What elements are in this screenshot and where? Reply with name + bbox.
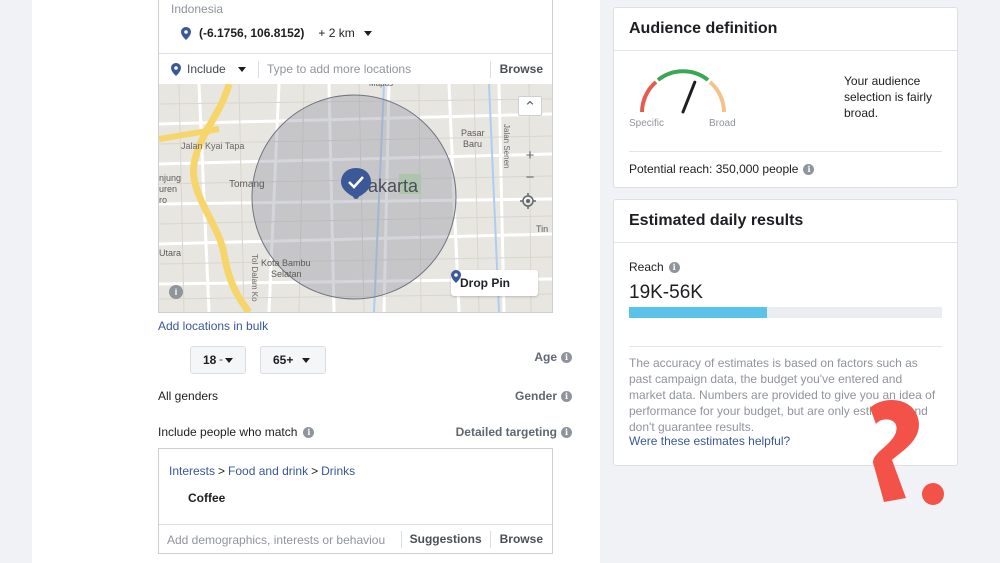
detailed-targeting-label: Detailed targeting i <box>456 425 572 439</box>
estimates-card-title: Estimated daily results <box>614 200 957 243</box>
reach-bar-fill <box>629 307 767 318</box>
crumb-separator: > <box>218 464 226 478</box>
browse-locations-button[interactable]: Browse <box>491 62 552 76</box>
map-label-tol: Tol Dalam Ko <box>250 254 259 302</box>
map-label-baru: Baru <box>463 139 482 149</box>
location-country: Indonesia <box>171 2 224 16</box>
map-scroll-up-button[interactable]: ⌃ <box>518 96 542 116</box>
add-locations-bulk-link[interactable]: Add locations in bulk <box>158 319 268 333</box>
zoom-in-button[interactable]: + <box>520 146 540 166</box>
map-info-icon[interactable]: i <box>169 285 183 299</box>
reach-label-text: Reach <box>629 260 664 274</box>
location-box: Indonesia (-6.1756, 106.8152) + 2 km Inc… <box>158 0 553 313</box>
location-input-row: Include Type to add more locations Brows… <box>159 53 552 84</box>
age-min-select[interactable]: 18 <box>190 346 246 374</box>
potential-reach: Potential reach: 350,000 people i <box>629 151 942 176</box>
targeting-search-input[interactable]: Add demographics, interests or behaviou <box>159 533 401 547</box>
pin-icon <box>181 26 191 40</box>
locate-icon[interactable] <box>520 191 540 211</box>
map-label-selatan: Selatan <box>271 269 302 279</box>
detailed-targeting-box: Interests > Food and drink > Drinks Coffee A… <box>158 448 553 554</box>
chevron-down-icon[interactable] <box>363 30 372 36</box>
age-separator: - <box>219 352 223 366</box>
info-icon[interactable]: i <box>561 390 572 402</box>
gauge-specific-label: Specific <box>629 118 665 129</box>
potential-reach-text: Potential reach: 350,000 people <box>629 162 799 176</box>
reach-label: Reach i <box>629 260 680 274</box>
crumb-food-drink[interactable]: Food and drink <box>228 464 308 478</box>
gauge-broad-label: Broad <box>709 118 736 129</box>
age-label-text: Age <box>534 350 557 364</box>
crumb-drinks[interactable]: Drinks <box>321 464 355 478</box>
location-entry[interactable]: (-6.1756, 106.8152) + 2 km <box>181 26 372 40</box>
brand-logo-icon <box>870 399 944 505</box>
detailed-targeting-label-text: Detailed targeting <box>455 425 557 439</box>
drop-pin-label: Drop Pin <box>460 276 510 290</box>
map-label-mapus: Mapus <box>369 84 393 88</box>
crumb-separator: > <box>311 464 319 478</box>
age-max-select[interactable]: 65+ <box>260 346 326 374</box>
reach-bar <box>629 307 942 318</box>
radius-dropdown[interactable]: + 2 km <box>318 26 354 40</box>
zoom-out-button[interactable]: − <box>520 168 540 188</box>
location-map[interactable]: Jalan Kyai Tapa Tomang Kota Bambu Selata… <box>159 84 552 312</box>
map-label-uren: uren <box>159 184 177 194</box>
info-icon[interactable]: i <box>803 163 815 175</box>
pin-icon <box>171 62 181 76</box>
age-label: Age i <box>534 350 572 364</box>
pin-icon <box>451 270 461 283</box>
location-coordinates: (-6.1756, 106.8152) <box>199 26 305 40</box>
chevron-down-icon <box>302 357 311 363</box>
chevron-down-icon <box>225 357 234 363</box>
crumb-interests[interactable]: Interests <box>169 464 215 478</box>
map-label-utara: Utara <box>159 248 181 258</box>
chevron-down-icon <box>237 66 246 72</box>
info-icon[interactable]: i <box>561 351 572 363</box>
map-label-senen: Jalan Senen <box>502 124 511 168</box>
map-label-tin: Tin <box>536 224 548 234</box>
interest-item[interactable]: Coffee <box>188 491 225 505</box>
info-icon[interactable]: i <box>303 426 315 438</box>
estimates-helpful-link[interactable]: Were these estimates helpful? <box>629 434 790 448</box>
browse-targeting-button[interactable]: Browse <box>489 531 552 548</box>
map-label-ro: ro <box>159 195 167 205</box>
gender-value[interactable]: All genders <box>158 389 218 403</box>
include-label: Include <box>187 62 226 76</box>
map-label-pasar: Pasar <box>461 128 485 138</box>
age-min-value: 18 <box>203 353 217 367</box>
reach-value: 19K-56K <box>629 282 703 303</box>
gender-label: Gender i <box>515 389 572 403</box>
info-icon[interactable]: i <box>668 261 680 273</box>
targeting-input-row: Add demographics, interests or behaviou … <box>159 524 552 554</box>
drop-pin-button[interactable]: Drop Pin <box>451 270 538 296</box>
include-people-label: Include people who match i <box>158 425 315 439</box>
map-label-njung: njung <box>159 173 181 183</box>
gender-label-text: Gender <box>514 389 557 403</box>
audience-definition-card: Audience definition Specific Broad Your … <box>613 7 958 188</box>
audience-card-title: Audience definition <box>614 8 957 51</box>
location-search-input[interactable]: Type to add more locations <box>259 62 490 76</box>
suggestions-button[interactable]: Suggestions <box>400 531 490 548</box>
include-dropdown[interactable]: Include <box>159 60 259 78</box>
include-people-text: Include people who match <box>158 425 298 439</box>
audience-description: Your audience selection is fairly broad. <box>844 74 933 120</box>
info-icon[interactable]: i <box>561 426 572 438</box>
map-label-kota-bambu: Kota Bambu <box>261 258 311 268</box>
age-max-value: 65+ <box>273 353 294 367</box>
breadcrumb: Interests > Food and drink > Drinks <box>169 464 355 478</box>
map-label-kyai-tapa: Jalan Kyai Tapa <box>181 141 244 151</box>
map-label-tomang: Tomang <box>229 179 265 190</box>
